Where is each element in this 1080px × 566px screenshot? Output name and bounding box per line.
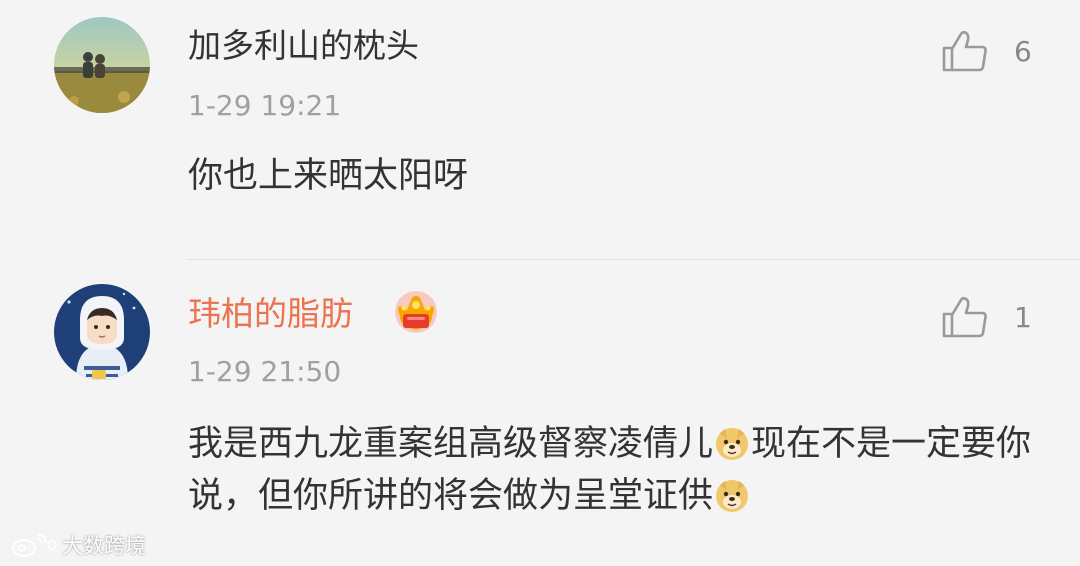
thumbs-up-icon[interactable] — [940, 295, 990, 339]
avatar[interactable] — [54, 284, 150, 380]
thumbs-up-icon[interactable] — [940, 29, 990, 73]
avatar[interactable] — [54, 17, 150, 113]
comment-item: 玮柏的脂肪 1-29 21:50 我是西九龙重案组高级督察凌倩儿 现在不是一定要… — [0, 260, 1080, 566]
crown-badge-icon[interactable] — [392, 286, 440, 336]
comment-text: 我是西九龙重案组高级督察凌倩儿 现在不是一定要你说，但你所讲的将会做为呈堂证供 — [188, 418, 1048, 522]
username[interactable]: 加多利山的枕头 — [188, 26, 419, 66]
weibo-logo-icon — [12, 534, 57, 557]
like-button[interactable]: 6 — [940, 26, 1032, 76]
comment-timestamp: 1-29 21:50 — [188, 355, 342, 388]
doge-emoji-icon — [716, 480, 749, 512]
like-count: 1 — [1014, 300, 1032, 334]
username[interactable]: 玮柏的脂肪 — [188, 294, 353, 334]
watermark: 大数跨境 — [10, 530, 146, 560]
like-count: 6 — [1014, 34, 1032, 68]
watermark-text: 大数跨境 — [62, 534, 146, 558]
comment-item: 加多利山的枕头 1-29 19:21 你也上来晒太阳呀 6 — [0, 0, 1080, 259]
comment-text-part1: 我是西九龙重案组高级督察凌倩儿 — [188, 424, 714, 464]
like-button[interactable]: 1 — [940, 292, 1032, 342]
comment-timestamp: 1-29 19:21 — [188, 89, 342, 122]
comment-text: 你也上来晒太阳呀 — [188, 156, 469, 196]
doge-emoji-icon — [716, 428, 749, 460]
